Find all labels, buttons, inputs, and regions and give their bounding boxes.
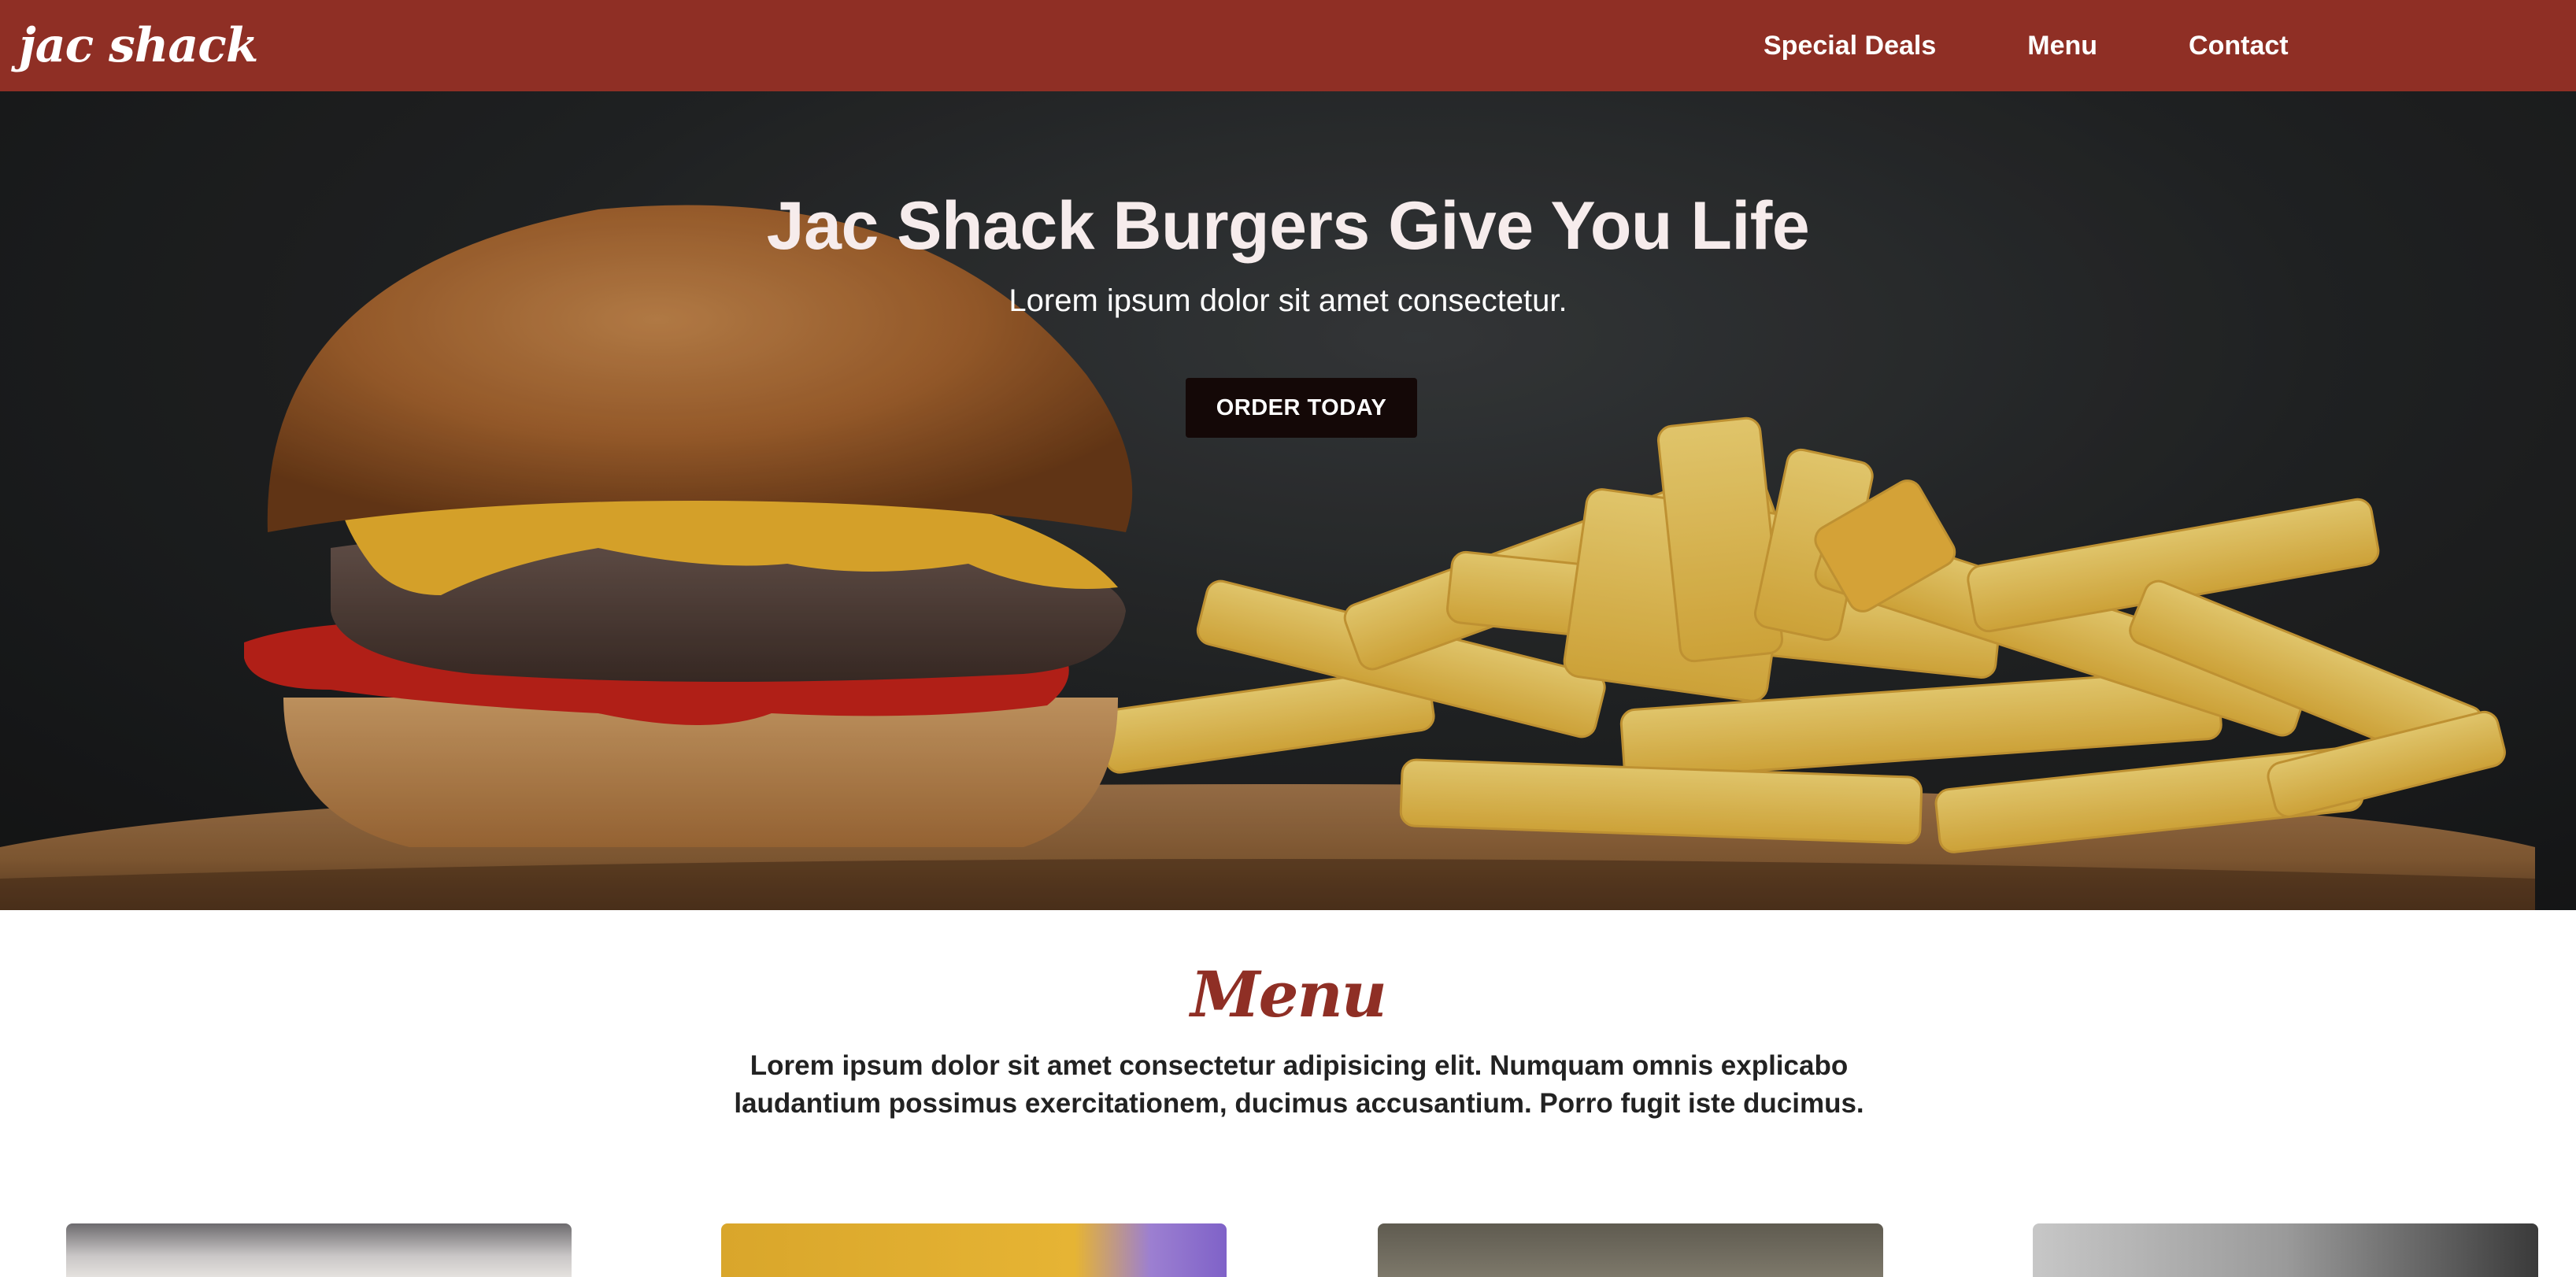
nav-link-contact[interactable]: Contact — [2189, 31, 2289, 61]
card-image-2 — [721, 1223, 1227, 1277]
card-image-3 — [1378, 1223, 1883, 1277]
hero-subtitle: Lorem ipsum dolor sit amet consectetur. — [1009, 283, 1567, 318]
nav-links: Special Deals Menu Contact — [1764, 0, 2289, 91]
top-navbar: jac shack Special Deals Menu Contact — [0, 0, 2576, 91]
menu-section: Menu Lorem ipsum dolor sit amet consecte… — [0, 910, 2576, 1277]
site-logo[interactable]: jac shack — [19, 13, 258, 79]
menu-card-image-1[interactable] — [66, 1223, 572, 1277]
hero-banner: Jac Shack Burgers Give You Life Lorem ip… — [0, 91, 2576, 910]
card-image-4 — [2033, 1223, 2538, 1277]
menu-card-image-4[interactable] — [2033, 1223, 2538, 1277]
nav-link-special-deals[interactable]: Special Deals — [1764, 31, 1936, 61]
hero-title: Jac Shack Burgers Give You Life — [766, 188, 1810, 264]
menu-card-image-2[interactable] — [721, 1223, 1227, 1277]
menu-card-grid — [0, 910, 2576, 1277]
order-today-button[interactable]: ORDER TODAY — [1186, 378, 1417, 438]
menu-card-image-3[interactable] — [1378, 1223, 1883, 1277]
card-image-1 — [66, 1223, 572, 1277]
nav-link-menu[interactable]: Menu — [2027, 31, 2097, 61]
